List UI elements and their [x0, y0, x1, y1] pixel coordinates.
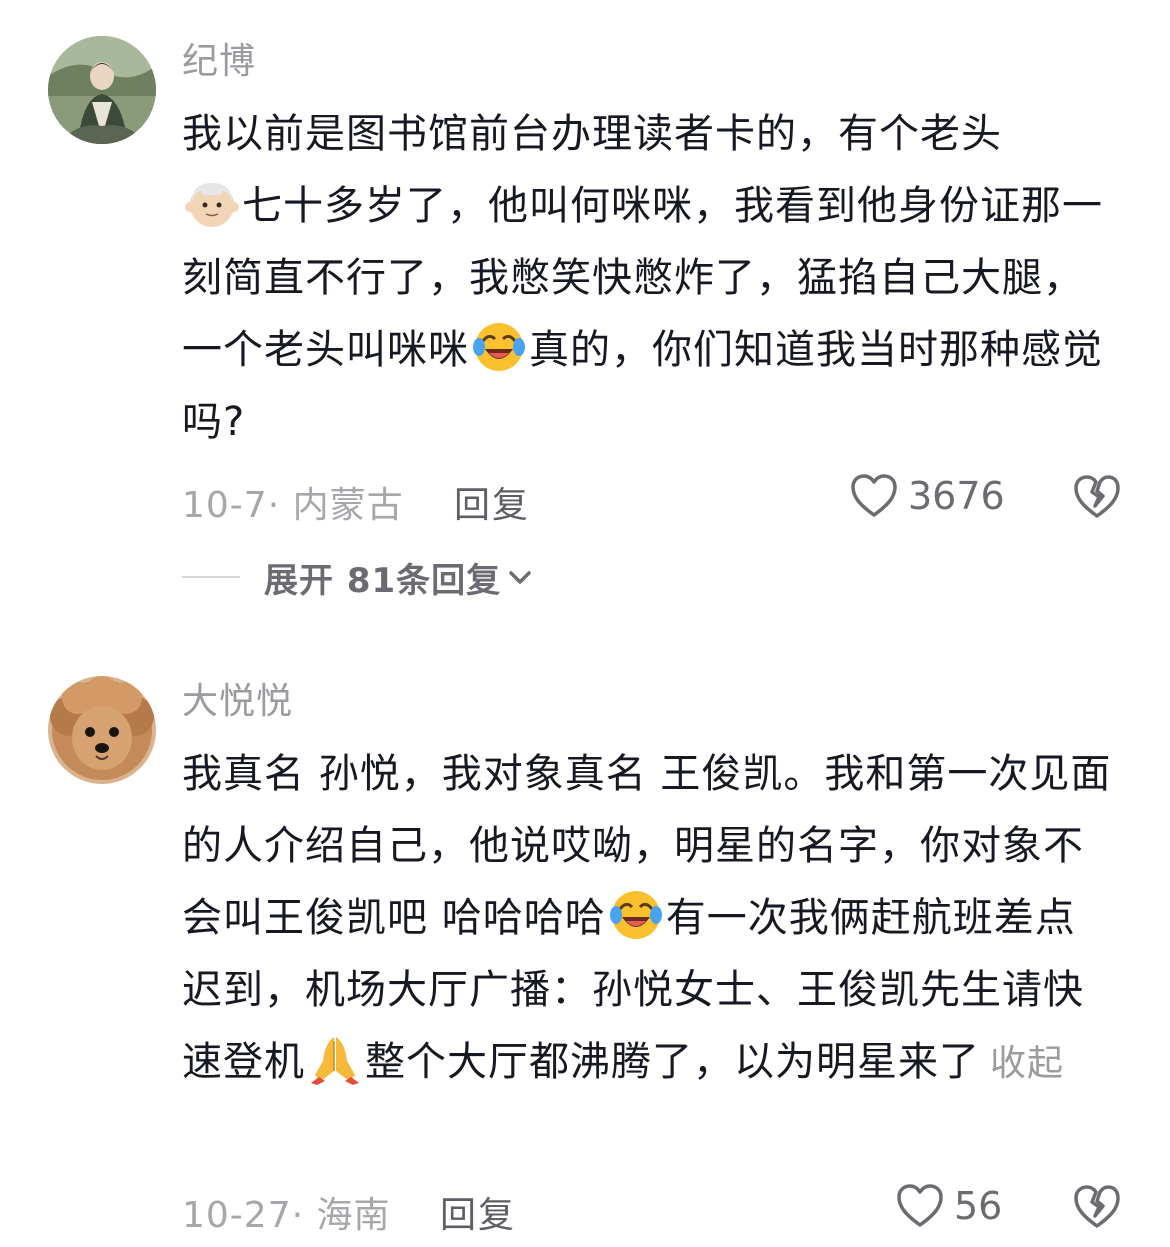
avatar[interactable]: [48, 36, 156, 144]
comment-text-part: 我以前是图书馆前台办理读者卡的，有个老头: [182, 111, 1002, 157]
comment-meta: 10-27· 海南 回复 56: [182, 1178, 1122, 1236]
like-count: 56: [954, 1184, 1003, 1228]
comment-meta: 10-7· 内蒙古 回复 3676: [182, 468, 1122, 526]
like-count: 3676: [908, 474, 1005, 518]
reply-button[interactable]: 回复: [454, 476, 530, 528]
comment-text-part: 整个大厅都沸腾了，以为明星来了: [365, 1039, 980, 1085]
heart-outline-icon: [897, 1184, 943, 1227]
avatar[interactable]: [48, 676, 156, 784]
comment-date-location: 10-27· 海南: [182, 1195, 391, 1236]
heart-outline-icon: [851, 474, 897, 517]
broken-heart-icon[interactable]: [1072, 472, 1122, 522]
comment-text: 我真名 孙悦，我对象真名 王俊凯。我和第一次见面的人介绍自己，他说哎呦，明星的名…: [182, 738, 1112, 1100]
comment-username[interactable]: 纪博: [182, 40, 256, 84]
expand-replies-button[interactable]: 展开 81条回复: [182, 552, 533, 602]
expand-replies-label: 展开 81条回复: [264, 560, 502, 601]
comment-username[interactable]: 大悦悦: [182, 680, 293, 724]
divider: [182, 576, 240, 578]
rolling-laughing-emoji: [609, 891, 662, 939]
chevron-down-icon: [509, 571, 531, 584]
comment-date-location: 10-7· 内蒙古: [182, 485, 404, 526]
like-button[interactable]: 56: [896, 1178, 1002, 1234]
collapse-link[interactable]: 收起: [990, 1043, 1064, 1084]
folded-hands-emoji: [311, 1037, 359, 1085]
old-man-emoji: [185, 183, 239, 227]
reply-button[interactable]: 回复: [440, 1186, 516, 1238]
like-button[interactable]: 3676: [850, 468, 1005, 524]
comment-text: 我以前是图书馆前台办理读者卡的，有个老头 七十多岁了，他叫何咪咪，我看到他身份证…: [182, 98, 1112, 458]
broken-heart-icon[interactable]: [1072, 1182, 1122, 1232]
rolling-laughing-emoji: [473, 323, 525, 371]
